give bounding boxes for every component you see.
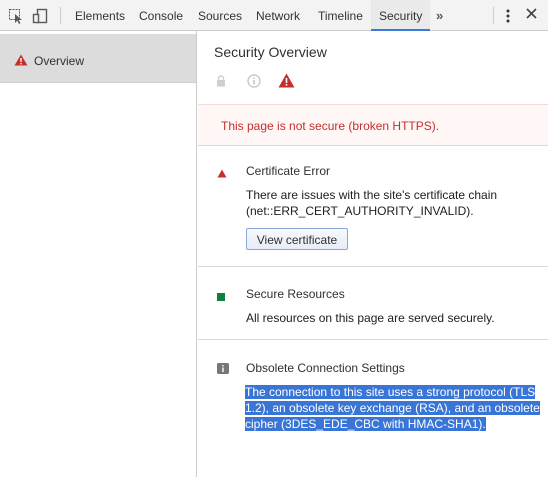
resources-section-body: All resources on this page are served se… <box>246 311 495 325</box>
page-title: Security Overview <box>214 44 327 60</box>
tab-sources[interactable]: Sources <box>198 0 242 30</box>
insecure-banner-text: This page is not secure (broken HTTPS). <box>221 119 440 133</box>
insecure-banner: This page is not secure (broken HTTPS). <box>198 104 548 146</box>
toolbar-separator <box>493 7 494 24</box>
connection-body-line: cipher (3DES_EDE_CBC with HMAC-SHA1). <box>245 417 486 431</box>
tab-security-label: Security <box>379 9 423 23</box>
security-main-panel: Security Overview This page is not secur… <box>198 31 548 477</box>
certificate-body-line: There are issues with the site's certifi… <box>246 188 498 202</box>
connection-body-line: 1.2), an obsolete key exchange (RSA), an… <box>245 401 540 415</box>
certificate-section-title: Certificate Error <box>246 164 331 178</box>
toolbar-separator <box>60 7 61 24</box>
secure-square-icon <box>217 288 225 306</box>
close-icon[interactable] <box>526 8 537 22</box>
tab-network[interactable]: Network <box>256 0 300 30</box>
section-divider <box>198 266 548 267</box>
devtools-toolbar: Elements Console Sources Network Timelin… <box>0 0 548 31</box>
security-sidebar: Overview <box>0 31 197 477</box>
resources-section-title: Secure Resources <box>246 287 345 301</box>
warning-icon <box>278 73 295 93</box>
more-tabs-button[interactable]: » <box>436 8 443 23</box>
error-triangle-icon <box>217 165 227 183</box>
connection-body-line: The connection to this site uses a stron… <box>245 385 536 399</box>
view-certificate-button[interactable]: View certificate <box>246 228 348 250</box>
tab-security[interactable]: Security <box>371 0 431 31</box>
sidebar-item-overview[interactable]: Overview <box>0 34 196 83</box>
more-options-icon[interactable] <box>506 9 510 28</box>
tab-timeline[interactable]: Timeline <box>318 0 363 30</box>
certificate-section-body: There are issues with the site's certifi… <box>246 187 542 219</box>
connection-section-body: The connection to this site uses a stron… <box>245 384 541 432</box>
inspect-element-icon[interactable] <box>8 8 24 29</box>
connection-section-title: Obsolete Connection Settings <box>246 361 405 375</box>
device-toolbar-icon[interactable] <box>32 8 48 29</box>
lock-icon <box>216 74 226 92</box>
section-divider <box>198 339 548 340</box>
tab-console[interactable]: Console <box>139 0 183 30</box>
info-square-icon <box>217 361 229 379</box>
certificate-body-line: (net::ERR_CERT_AUTHORITY_INVALID). <box>246 204 474 218</box>
warning-icon <box>14 53 28 71</box>
tab-elements[interactable]: Elements <box>75 0 125 30</box>
sidebar-item-label: Overview <box>34 54 85 68</box>
info-icon <box>247 74 261 93</box>
